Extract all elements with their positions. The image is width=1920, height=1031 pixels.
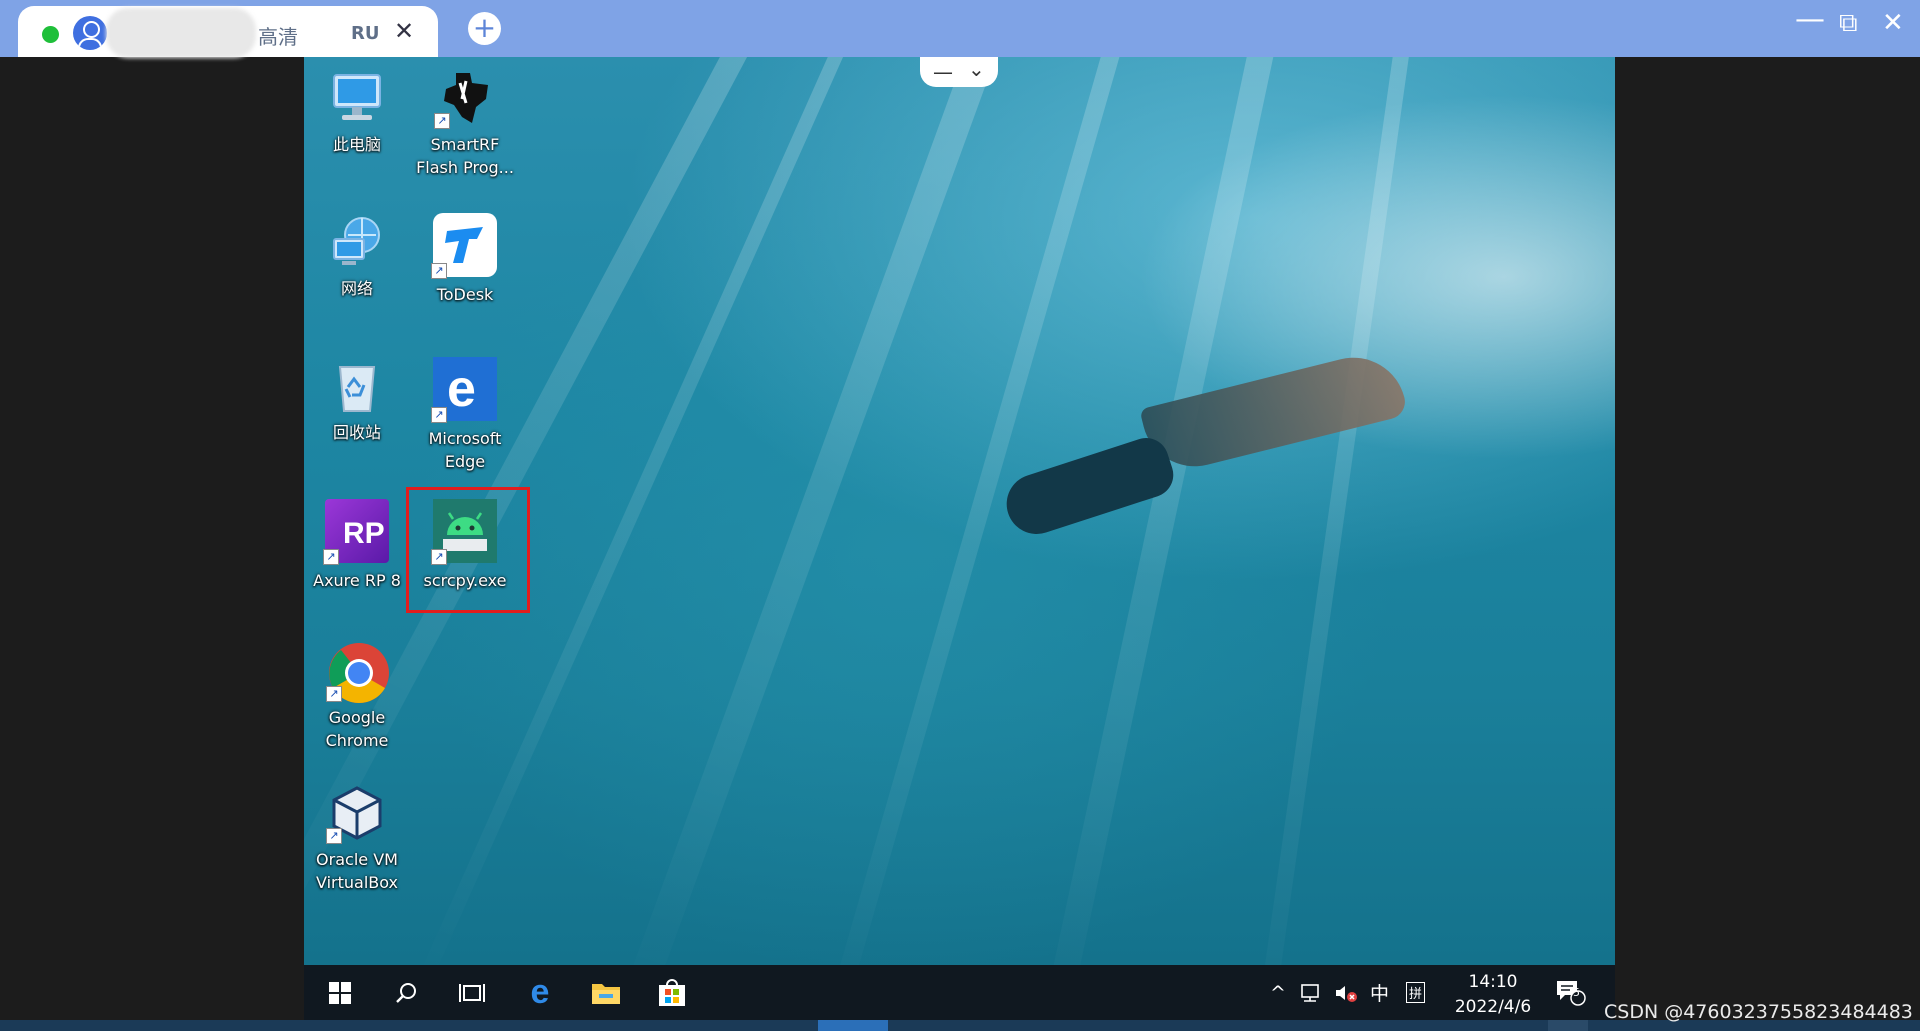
new-tab-button[interactable]: + (468, 12, 501, 45)
shortcut-arrow-icon: ↗ (326, 828, 342, 844)
volume-muted-icon (1336, 985, 1357, 1002)
show-hidden-icons-button[interactable]: ^ (1270, 965, 1286, 1020)
top-bar: 高清 RU ✕ + — ⧉ ✕ (0, 0, 1920, 58)
edge-icon: e (530, 973, 550, 1011)
virtualbox-icon: ↗ (326, 784, 386, 844)
taskbar-clock[interactable]: 14:10 2022/4/6 (1453, 970, 1533, 1020)
desktop-icon-label: SmartRF Flash Prog... (416, 135, 514, 177)
watermark: CSDN @4760323755823484483 (1604, 1001, 1913, 1023)
maximize-button[interactable]: ⧉ (1839, 8, 1858, 39)
shortcut-arrow-icon: ↗ (431, 263, 447, 279)
desktop-icon-todesk[interactable]: ↗ ToDesk (415, 213, 515, 306)
desktop-icon-this-pc[interactable]: 此电脑 (307, 69, 407, 156)
desktop-icon-label: Axure RP 8 (313, 571, 401, 590)
todesk-icon: ↗ (431, 213, 497, 279)
session-tab[interactable]: 高清 RU ✕ (18, 6, 438, 58)
volume-button[interactable] (1334, 965, 1358, 1020)
close-window-button[interactable]: ✕ (1882, 8, 1904, 38)
light-ray (1250, 57, 1420, 965)
recycle-bin-icon (328, 357, 386, 415)
edge-icon: e ↗ (431, 357, 497, 423)
taskbar: e ^ 中 拼 14:10 2022/4/6 5 (304, 965, 1615, 1020)
taskbar-store[interactable] (648, 965, 696, 1020)
desktop-icon-label: Oracle VM VirtualBox (315, 850, 399, 892)
host-taskbar-active-item (818, 1020, 888, 1031)
highlight-box (406, 487, 530, 613)
axure-badge: RP (343, 517, 385, 550)
diver-fin (1139, 346, 1409, 478)
task-view-button[interactable] (450, 965, 494, 1020)
user-avatar[interactable] (73, 16, 107, 50)
desktop-icon-network[interactable]: 网络 (307, 213, 407, 300)
notification-icon (1557, 980, 1586, 1006)
task-view-icon (459, 983, 485, 1002)
shortcut-arrow-icon: ↗ (434, 113, 450, 129)
folder-icon (592, 983, 620, 1004)
desktop-icon-label: 此电脑 (332, 135, 381, 154)
desktop-icon-recycle-bin[interactable]: 回收站 (307, 357, 407, 444)
network-status-icon (1301, 983, 1319, 1002)
shortcut-arrow-icon: ↗ (323, 549, 339, 565)
keyboard-layout-icon: 拼 (1406, 982, 1426, 1003)
chevron-up-icon: ^ (1270, 981, 1286, 1004)
light-ray (618, 57, 1024, 965)
collapse-icon[interactable]: — (933, 60, 953, 84)
search-button[interactable] (384, 965, 428, 1020)
chevron-down-icon[interactable]: ⌄ (968, 57, 985, 81)
close-tab-button[interactable]: ✕ (394, 17, 414, 45)
desktop-icon-chrome[interactable]: ↗ Google Chrome (307, 642, 407, 752)
clock-date: 2022/4/6 (1454, 997, 1532, 1017)
remote-toolbar-handle[interactable]: — ⌄ (920, 57, 998, 87)
windows-icon (329, 981, 351, 1004)
network-icon (328, 213, 386, 271)
desktop-icon-label: 网络 (340, 279, 373, 298)
shortcut-arrow-icon: ↗ (431, 407, 447, 423)
ime-mode-label: 中 (1370, 983, 1390, 1005)
taskbar-file-explorer[interactable] (582, 965, 630, 1020)
desktop-icon-edge[interactable]: e ↗ Microsoft Edge (415, 357, 515, 473)
desktop-icon-label: 回收站 (332, 423, 381, 442)
keyboard-layout-button[interactable]: 拼 (1406, 965, 1426, 1020)
search-icon (396, 982, 416, 1003)
desktop-icon-label: ToDesk (436, 285, 494, 304)
minimize-button[interactable]: — (1795, 2, 1825, 37)
smartrf-icon: ↗ (434, 69, 494, 129)
network-status-button[interactable] (1300, 965, 1324, 1020)
desktop-icon-smartrf[interactable]: ↗ SmartRF Flash Prog... (415, 69, 515, 179)
start-button[interactable] (318, 965, 362, 1020)
desktop-icon-axure[interactable]: RP ↗ Axure RP 8 (307, 499, 407, 592)
axure-icon: RP ↗ (323, 499, 389, 565)
store-icon (659, 978, 685, 1006)
connected-status-icon (42, 26, 59, 43)
clock-time: 14:10 (1468, 972, 1518, 992)
quality-label[interactable]: 高清 (258, 21, 298, 50)
desktop-icon-label: Google Chrome (325, 708, 389, 750)
host-taskbar-item (1548, 1020, 1588, 1031)
notification-count: 5 (1573, 986, 1580, 999)
ime-mode-button[interactable]: 中 (1370, 965, 1389, 1020)
shortcut-arrow-icon: ↗ (326, 686, 342, 702)
action-center-button[interactable]: 5 (1555, 965, 1587, 1020)
redacted-name (106, 8, 256, 58)
desktop-icon-label: Microsoft Edge (428, 429, 502, 471)
lang-label[interactable]: RU (351, 23, 379, 44)
desktop-icon-virtualbox[interactable]: ↗ Oracle VM VirtualBox (307, 784, 407, 894)
computer-icon (328, 69, 386, 127)
chrome-icon: ↗ (326, 642, 389, 704)
taskbar-edge[interactable]: e (516, 965, 564, 1020)
